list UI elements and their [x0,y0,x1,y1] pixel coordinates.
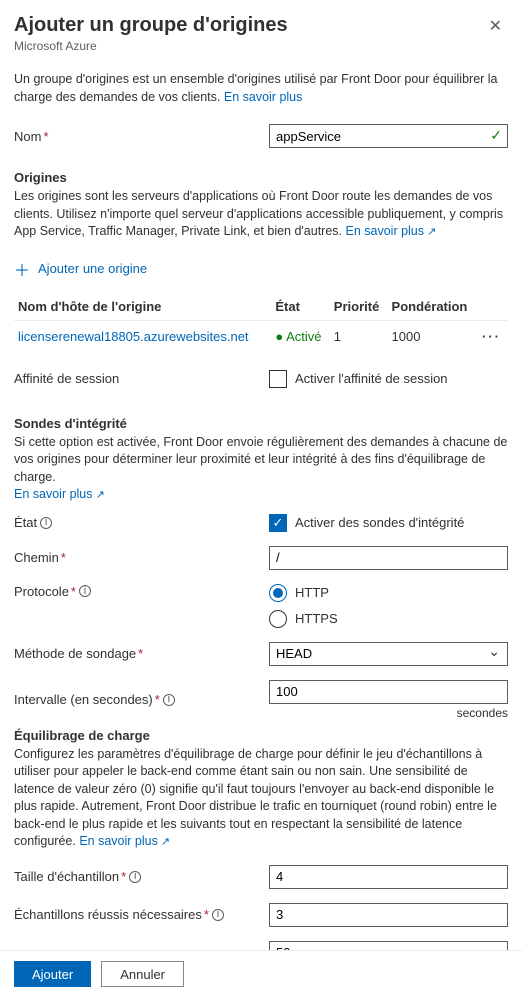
health-probes-title: Sondes d'intégrité [14,416,508,431]
intro-text: Un groupe d'origines est un ensemble d'o… [14,71,508,106]
lb-title: Équilibrage de charge [14,728,508,743]
probe-state-checkbox[interactable]: ✓ [269,514,287,532]
info-icon[interactable]: i [129,871,141,883]
sample-size-input[interactable] [269,865,508,889]
protocol-http-radio[interactable]: HTTP [269,584,508,602]
origins-title: Origines [14,170,508,185]
session-affinity-label: Affinité de session [14,371,269,386]
probe-method-select[interactable]: HEAD [269,642,508,666]
intro-learn-more-link[interactable]: En savoir plus [224,90,303,104]
origins-learn-more-link[interactable]: En savoir plus [346,224,437,238]
cancel-button[interactable]: Annuler [101,961,184,987]
origin-priority: 1 [330,320,388,352]
col-weight: Pondération [388,293,478,321]
panel-title: Ajouter un groupe d'origines [14,14,288,37]
col-priority: Priorité [330,293,388,321]
origin-weight: 1000 [388,320,478,352]
panel-subtitle: Microsoft Azure [14,39,288,53]
protocol-https-radio[interactable]: HTTPS [269,610,508,628]
sample-size-label: Taille d'échantillon* i [14,869,269,884]
add-button[interactable]: Ajouter [14,961,91,987]
probe-state-label: État i [14,515,269,530]
protocol-https-label: HTTPS [295,611,338,626]
probe-interval-unit: secondes [269,706,508,720]
add-origin-label: Ajouter une origine [38,261,147,276]
probe-path-label: Chemin* [14,550,269,565]
info-icon[interactable]: i [163,694,175,706]
probe-state-text: Activer des sondes d'intégrité [295,515,464,530]
status-enabled-icon: ● [275,329,283,344]
health-probes-desc: Si cette option est activée, Front Door … [14,434,508,504]
origins-desc: Les origines sont les serveurs d'applica… [14,188,508,241]
radio-icon [269,610,287,628]
lb-desc: Configurez les paramètres d'équilibrage … [14,746,508,851]
add-origin-button[interactable]: ＋ Ajouter une origine [14,257,508,281]
protocol-http-label: HTTP [295,585,329,600]
origin-host-link[interactable]: licenserenewal18805.azurewebsites.net [14,320,271,352]
info-icon[interactable]: i [79,585,91,597]
close-icon[interactable]: ✕ [483,14,508,38]
name-input[interactable] [269,124,508,148]
name-label: Nom* [14,129,269,144]
origins-table: Nom d'hôte de l'origine État Priorité Po… [14,293,508,352]
probe-path-input[interactable] [269,546,508,570]
plus-icon: ＋ [14,257,30,281]
lb-learn-more-link[interactable]: En savoir plus [79,834,170,848]
check-icon: ✓ [490,127,502,144]
row-more-icon[interactable]: ··· [482,329,501,344]
col-host: Nom d'hôte de l'origine [14,293,271,321]
probe-interval-input[interactable] [269,680,508,704]
session-affinity-text: Activer l'affinité de session [295,371,448,386]
col-status: État [271,293,329,321]
health-probes-learn-more-link[interactable]: En savoir plus [14,487,105,501]
session-affinity-checkbox[interactable] [269,370,287,388]
info-icon[interactable]: i [212,909,224,921]
table-row: licenserenewal18805.azurewebsites.net ● … [14,320,508,352]
origin-status: ● Activé [271,320,329,352]
info-icon[interactable]: i [40,517,52,529]
radio-icon [269,584,287,602]
probe-interval-label: Intervalle (en secondes)* i [14,692,269,707]
success-samples-input[interactable] [269,903,508,927]
probe-method-label: Méthode de sondage* [14,646,269,661]
probe-protocol-label: Protocole* i [14,584,269,599]
success-samples-label: Échantillons réussis nécessaires* i [14,907,269,922]
footer: Ajouter Annuler [0,950,522,997]
